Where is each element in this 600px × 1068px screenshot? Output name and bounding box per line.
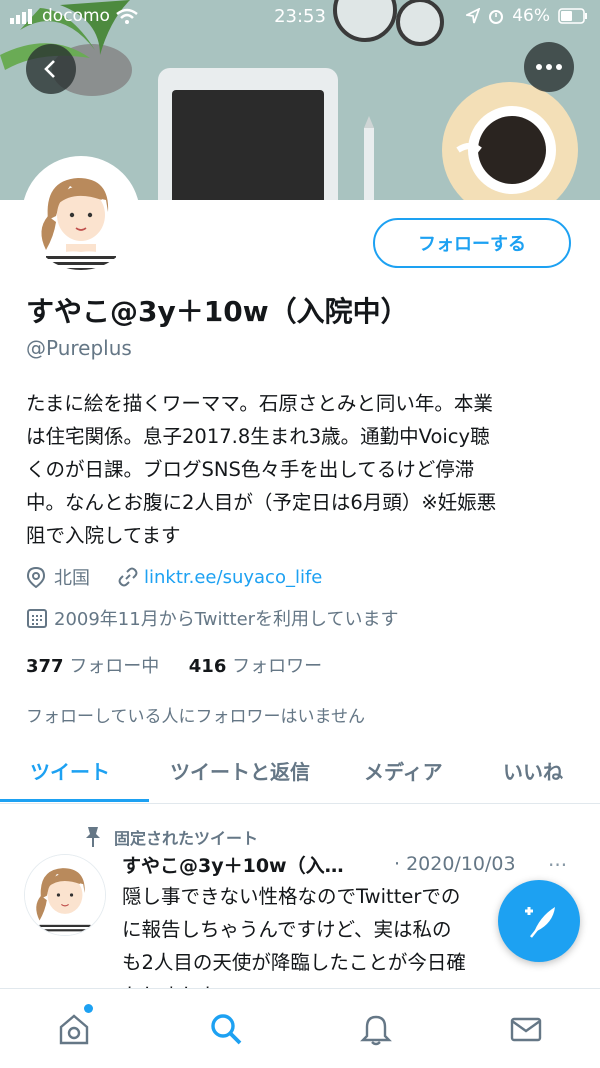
bottom-navigation: [0, 988, 600, 1068]
followers-count: 416: [188, 656, 227, 677]
profile-link[interactable]: linktr.ee/suyaco_life: [144, 567, 322, 588]
tab-tweets-replies[interactable]: ツイートと返信: [170, 756, 310, 785]
user-handle: @Pureplus: [26, 336, 132, 360]
nav-messages[interactable]: [506, 1009, 546, 1049]
pinned-label-row: 固定されたツイート: [84, 825, 258, 849]
tweet-author[interactable]: すやこ@3y＋10w（入…: [122, 851, 344, 878]
more-icon: [536, 64, 562, 70]
back-arrow-icon: [44, 60, 55, 78]
tweet-more-button[interactable]: ···: [548, 853, 567, 877]
location-link-row: 北国 linktr.ee/suyaco_life: [26, 564, 322, 590]
pinned-label: 固定されたツイート: [114, 829, 259, 848]
location-text: 北国: [54, 568, 90, 589]
following-count: 377: [26, 656, 64, 677]
tweet-author-name: すやこ@3y＋10w（入…: [122, 855, 344, 877]
display-name: すやこ@3y＋10w（入院中）: [26, 295, 409, 328]
bio-line: たまに絵を描くワーママ。石原さとみと同い年。本業: [26, 392, 493, 415]
alarm-icon: [489, 10, 504, 24]
bio-line: 中。なんとお腹に2人目が（予定日は6月頭）※妊娠悪: [26, 491, 497, 514]
calendar-icon: [27, 609, 47, 628]
location-arrow-icon: [466, 8, 481, 24]
link-icon: [118, 567, 138, 587]
more-options-button[interactable]: [524, 42, 574, 92]
pin-icon: [86, 827, 100, 847]
tweet-line: 隠し事できない性格なのでTwitterでの: [122, 885, 461, 908]
mail-icon: [510, 1017, 542, 1042]
tab-likes[interactable]: いいね: [503, 756, 563, 785]
tweet-avatar-illustration: [25, 855, 105, 935]
tweet-avatar[interactable]: [24, 854, 106, 936]
following-label: フォロー中: [69, 656, 160, 677]
status-bar: docomo 23:53 46%: [0, 0, 600, 34]
bio-line: は住宅関係。息子2017.8生まれ3歳。通勤中Voicy聴: [26, 425, 490, 448]
nav-home[interactable]: [54, 1009, 94, 1049]
home-icon: [59, 1014, 89, 1045]
back-button[interactable]: [26, 44, 76, 94]
bio-line: 阻で入院してます: [26, 524, 181, 547]
battery-percent: 46%: [512, 6, 550, 26]
tweet-date: · 2020/10/03: [394, 853, 516, 875]
avatar-illustration: [26, 160, 136, 270]
tab-media[interactable]: メディア: [364, 756, 443, 785]
follow-counts: 377 フォロー中 416 フォロワー: [26, 652, 322, 678]
profile-avatar[interactable]: [22, 156, 140, 274]
follow-button[interactable]: フォローする: [373, 218, 571, 268]
bio-line: くのが日課。ブログSNS色々手を出してるけど停滞: [26, 458, 475, 481]
home-notification-dot: [84, 1004, 93, 1013]
profile-tabs: ツイート ツイートと返信 メディア いいね: [0, 748, 600, 804]
followers-stat[interactable]: 416 フォロワー: [189, 656, 322, 677]
tab-tweets[interactable]: ツイート: [30, 756, 110, 785]
tweet-line: に報告しちゃうんですけど、実は私の: [122, 918, 452, 941]
profile-bio: たまに絵を描くワーママ。石原さとみと同い年。本業 は住宅関係。息子2017.8生…: [26, 387, 576, 552]
followers-label: フォロワー: [232, 656, 323, 677]
bell-icon: [360, 1015, 392, 1046]
joined-row: 2009年11月からTwitterを利用しています: [26, 605, 399, 631]
battery-icon: [558, 8, 587, 24]
mutual-followers-note: フォローしている人にフォロワーはいません: [26, 707, 365, 727]
nav-search[interactable]: [206, 1009, 246, 1049]
search-icon: [211, 1014, 242, 1045]
nav-notifications[interactable]: [356, 1009, 396, 1049]
tweet-line: も2人目の天使が降臨したことが今日確: [122, 951, 466, 974]
compose-tweet-button[interactable]: [498, 880, 580, 962]
active-tab-indicator: [0, 799, 149, 802]
compose-quill-icon: [525, 907, 555, 938]
location-pin-icon: [26, 566, 46, 588]
following-stat[interactable]: 377 フォロー中: [26, 656, 165, 677]
joined-text: 2009年11月からTwitterを利用しています: [54, 609, 399, 630]
